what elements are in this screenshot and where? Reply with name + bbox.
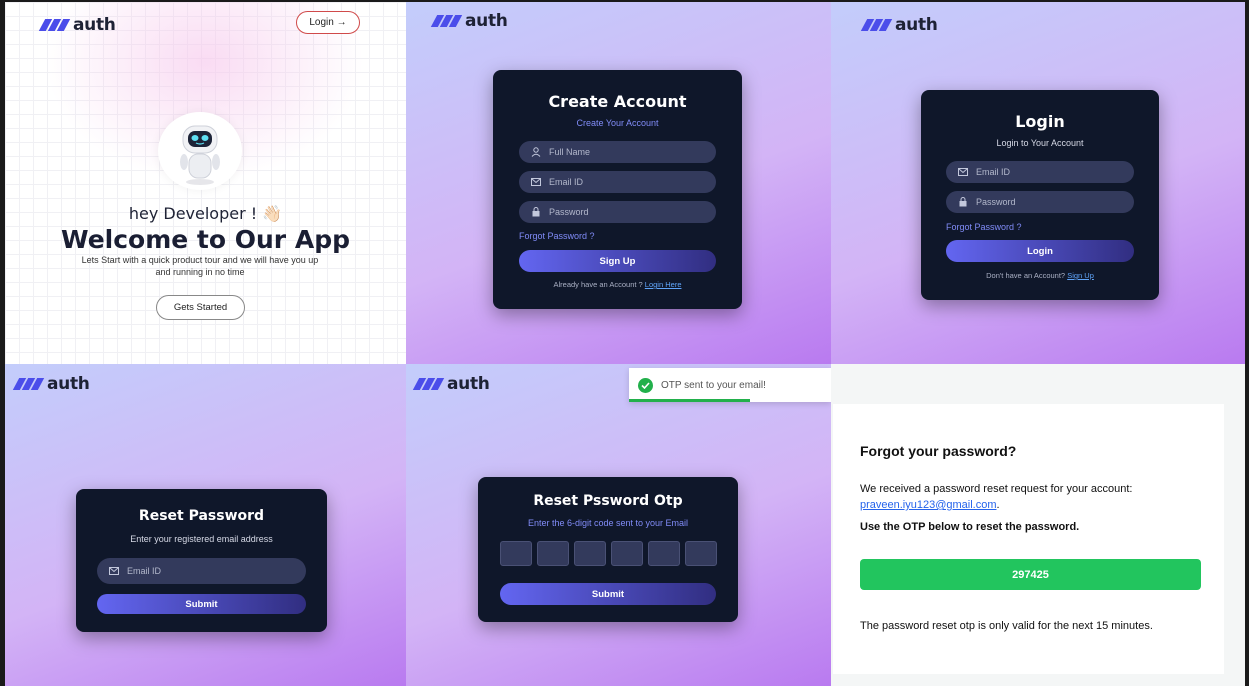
login-button[interactable]: Login → <box>296 11 360 34</box>
card-caption: Login to Your Account <box>996 138 1084 148</box>
brand-name: auth <box>447 374 490 394</box>
toast-message: OTP sent to your email! <box>661 379 766 391</box>
signup-panel: auth Create Account Create Your Account … <box>406 2 831 364</box>
email-field[interactable] <box>946 161 1134 183</box>
otp-digit-5[interactable] <box>648 541 680 566</box>
login-panel: auth Login Login to Your Account Forgot … <box>831 2 1245 364</box>
card-title: Create Account <box>548 92 687 111</box>
email-heading: Forgot your password? <box>860 443 1017 459</box>
email-validity: The password reset otp is only valid for… <box>860 620 1153 632</box>
password-input[interactable] <box>549 207 689 217</box>
brand-logo[interactable]: auth <box>38 15 116 35</box>
brand-name: auth <box>465 11 508 31</box>
password-field[interactable] <box>519 201 716 223</box>
login-card: Login Login to Your Account Forgot Passw… <box>921 90 1159 300</box>
sign-up-link[interactable]: Sign Up <box>1067 271 1094 280</box>
subtitle: Lets Start with a quick product tour and… <box>81 255 319 277</box>
email-field[interactable] <box>97 558 306 584</box>
card-caption: Enter the 6-digit code sent to your Emai… <box>527 518 689 528</box>
full-name-input[interactable] <box>549 147 689 157</box>
otp-card: Reset Pssword Otp Enter the 6-digit code… <box>478 477 738 622</box>
forgot-password-link[interactable]: Forgot Password ? <box>519 231 595 241</box>
full-name-field[interactable] <box>519 141 716 163</box>
logo-icon <box>12 378 45 390</box>
headline: Welcome to Our App <box>61 225 350 254</box>
reset-panel: auth Reset Password Enter your registere… <box>5 364 406 686</box>
login-here-link[interactable]: Login Here <box>645 280 682 289</box>
email-panel: Forgot your password? We received a pass… <box>831 364 1245 686</box>
logo-icon <box>412 378 445 390</box>
greeting: hey Developer ! 👋🏻 <box>128 204 283 223</box>
reset-otp-panel: auth OTP sent to your email! Reset Psswo… <box>406 364 831 686</box>
logo-icon <box>860 19 893 31</box>
reset-submit-button[interactable]: Submit <box>97 594 306 614</box>
card-title: Reset Pssword Otp <box>533 493 683 509</box>
robot-avatar <box>158 112 242 190</box>
brand-logo[interactable]: auth <box>12 374 90 394</box>
mail-icon <box>958 167 968 177</box>
forgot-password-link[interactable]: Forgot Password ? <box>946 222 1022 232</box>
email-body: Forgot your password? We received a pass… <box>833 404 1224 674</box>
mail-icon <box>109 566 119 576</box>
mail-icon <box>531 177 541 187</box>
card-caption: Enter your registered email address <box>130 534 273 544</box>
otp-digit-6[interactable] <box>685 541 717 566</box>
email-intro: We received a password reset request for… <box>860 483 1133 511</box>
otp-digit-4[interactable] <box>611 541 643 566</box>
brand-name: auth <box>895 15 938 35</box>
brand-name: auth <box>73 15 116 35</box>
footer-text: Already have an Account ? <box>553 280 645 289</box>
signup-footer: Already have an Account ? Login Here <box>493 280 742 289</box>
login-submit-button[interactable]: Login <box>946 240 1134 262</box>
brand-logo[interactable]: auth <box>860 15 938 35</box>
landing-panel: auth Login → hey Developer ! 👋🏻 Welcome … <box>5 2 406 364</box>
card-title: Reset Password <box>138 508 265 524</box>
intro-text: We received a password reset request for… <box>860 483 1133 495</box>
login-footer: Don't have an Account? Sign Up <box>921 271 1159 280</box>
robot-icon <box>180 125 220 185</box>
lock-icon <box>531 207 541 217</box>
brand-name: auth <box>47 374 90 394</box>
email-input[interactable] <box>127 566 267 576</box>
otp-toast[interactable]: OTP sent to your email! <box>629 368 831 402</box>
logo-icon <box>38 19 71 31</box>
email-address-link[interactable]: praveen.iyu123@gmail.com <box>860 499 997 511</box>
card-caption: Create Your Account <box>576 118 659 128</box>
password-input[interactable] <box>976 197 1116 207</box>
signup-card: Create Account Create Your Account Forgo… <box>493 70 742 309</box>
lock-icon <box>958 197 968 207</box>
get-started-button[interactable]: Gets Started <box>156 295 245 320</box>
password-field[interactable] <box>946 191 1134 213</box>
email-field[interactable] <box>519 171 716 193</box>
email-input[interactable] <box>976 167 1116 177</box>
reset-card: Reset Password Enter your registered ema… <box>76 489 327 632</box>
card-title: Login <box>1015 112 1065 131</box>
sign-up-button[interactable]: Sign Up <box>519 250 716 272</box>
otp-inputs <box>500 541 717 566</box>
person-icon <box>531 147 541 157</box>
brand-logo[interactable]: auth <box>412 374 490 394</box>
check-icon <box>638 377 653 393</box>
email-input[interactable] <box>549 177 689 187</box>
otp-digit-1[interactable] <box>500 541 532 566</box>
otp-digit-2[interactable] <box>537 541 569 566</box>
otp-submit-button[interactable]: Submit <box>500 583 716 605</box>
logo-icon <box>430 15 463 27</box>
email-instruction: Use the OTP below to reset the password. <box>860 521 1080 533</box>
toast-progress-bar <box>629 399 751 402</box>
otp-digit-3[interactable] <box>574 541 606 566</box>
footer-text: Don't have an Account? <box>986 271 1068 280</box>
otp-code: 297425 <box>860 559 1201 590</box>
brand-logo[interactable]: auth <box>430 11 508 31</box>
